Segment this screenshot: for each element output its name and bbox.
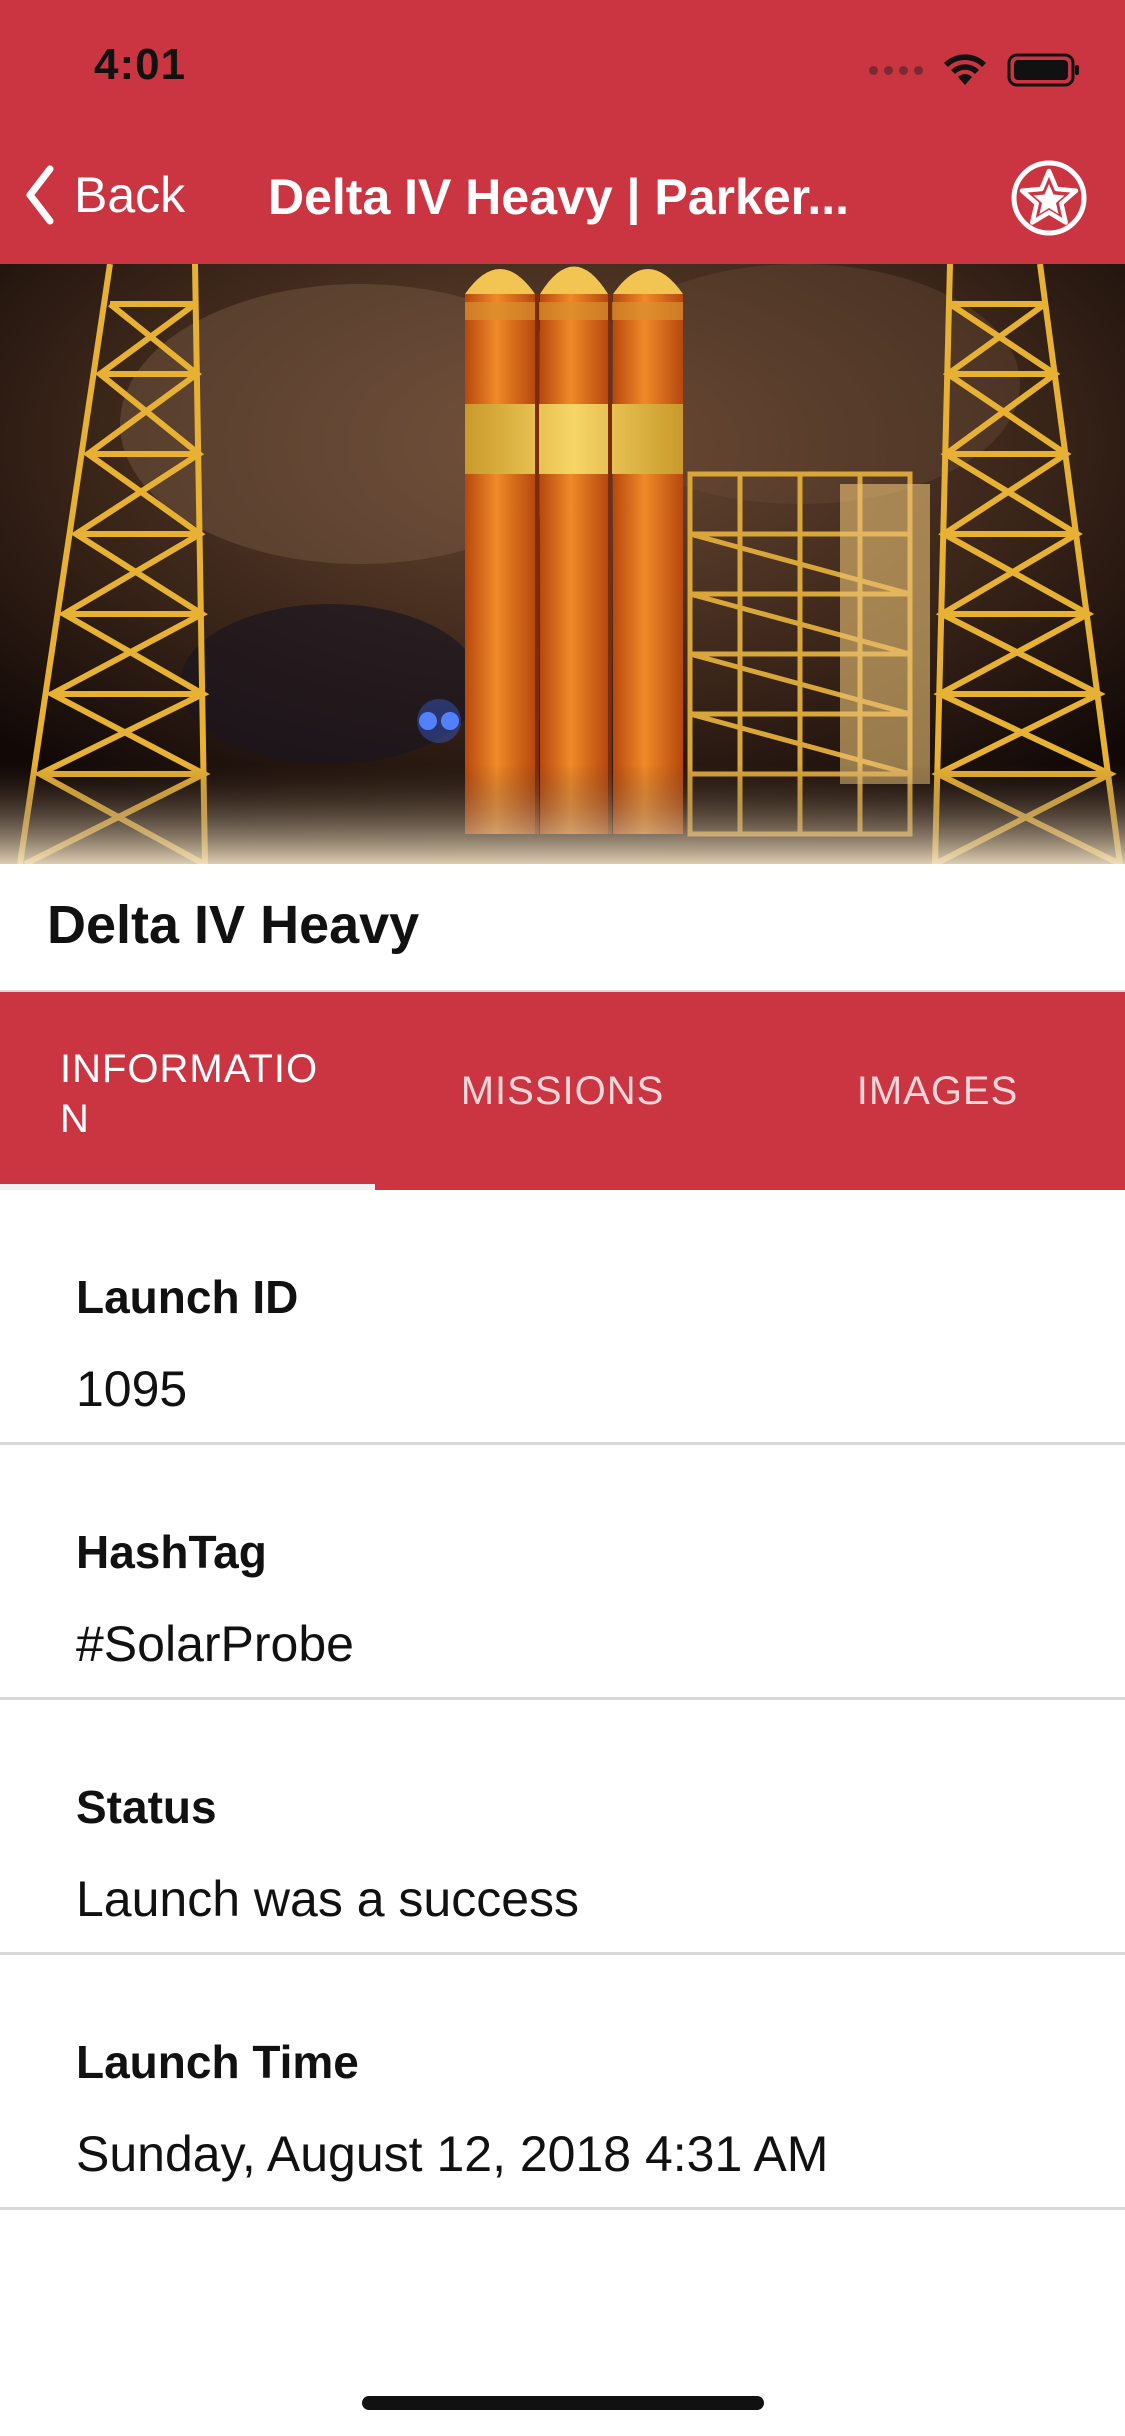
info-value: 1095 (76, 1361, 188, 1417)
battery-icon (1007, 52, 1081, 88)
status-icons (869, 50, 1081, 90)
navigation-header: 4:01 Back Delta IV Heavy | Parker... (0, 0, 1125, 264)
rocket-name-bar: Delta IV Heavy (0, 864, 1125, 992)
back-label: Back (74, 167, 186, 223)
tab-information[interactable]: INFORMATIO N (0, 992, 375, 1190)
chevron-left-icon (26, 165, 54, 225)
information-list: Launch ID 1095 HashTag #SolarProbe Statu… (0, 1190, 1125, 2210)
cellular-signal-icon (869, 65, 923, 75)
tab-images[interactable]: IMAGES (750, 992, 1125, 1190)
tab-images-label: IMAGES (856, 1068, 1019, 1113)
info-row-launch-time: Launch Time Sunday, August 12, 2018 4:31… (0, 1955, 1125, 2210)
info-label: Launch ID (76, 1271, 299, 1323)
rocket-photo (0, 264, 1125, 864)
info-value: Sunday, August 12, 2018 4:31 AM (76, 2126, 829, 2182)
info-row-hashtag: HashTag #SolarProbe (0, 1445, 1125, 1700)
tab-missions-label: MISSIONS (460, 1068, 665, 1113)
star-icon (1011, 160, 1087, 236)
favorite-star-button[interactable] (1009, 158, 1089, 243)
info-label: Launch Time (76, 2036, 359, 2088)
navigation-title: Delta IV Heavy | Parker... (268, 169, 850, 225)
info-label: HashTag (76, 1526, 267, 1578)
info-row-launch-id: Launch ID 1095 (0, 1190, 1125, 1445)
info-label: Status (76, 1781, 217, 1833)
back-button[interactable]: Back (24, 160, 185, 230)
tab-missions[interactable]: MISSIONS (375, 992, 750, 1190)
info-value: Launch was a success (76, 1871, 580, 1927)
rocket-name: Delta IV Heavy (47, 895, 420, 955)
home-indicator[interactable] (362, 2396, 764, 2410)
wifi-icon (943, 53, 987, 87)
tab-information-label: INFORMATIO N (60, 1047, 319, 1141)
info-row-status: Status Launch was a success (0, 1700, 1125, 1955)
tab-bar: INFORMATIO N MISSIONS IMAGES (0, 992, 1125, 1190)
info-value: #SolarProbe (76, 1616, 354, 1672)
status-time: 4:01 (94, 40, 187, 89)
